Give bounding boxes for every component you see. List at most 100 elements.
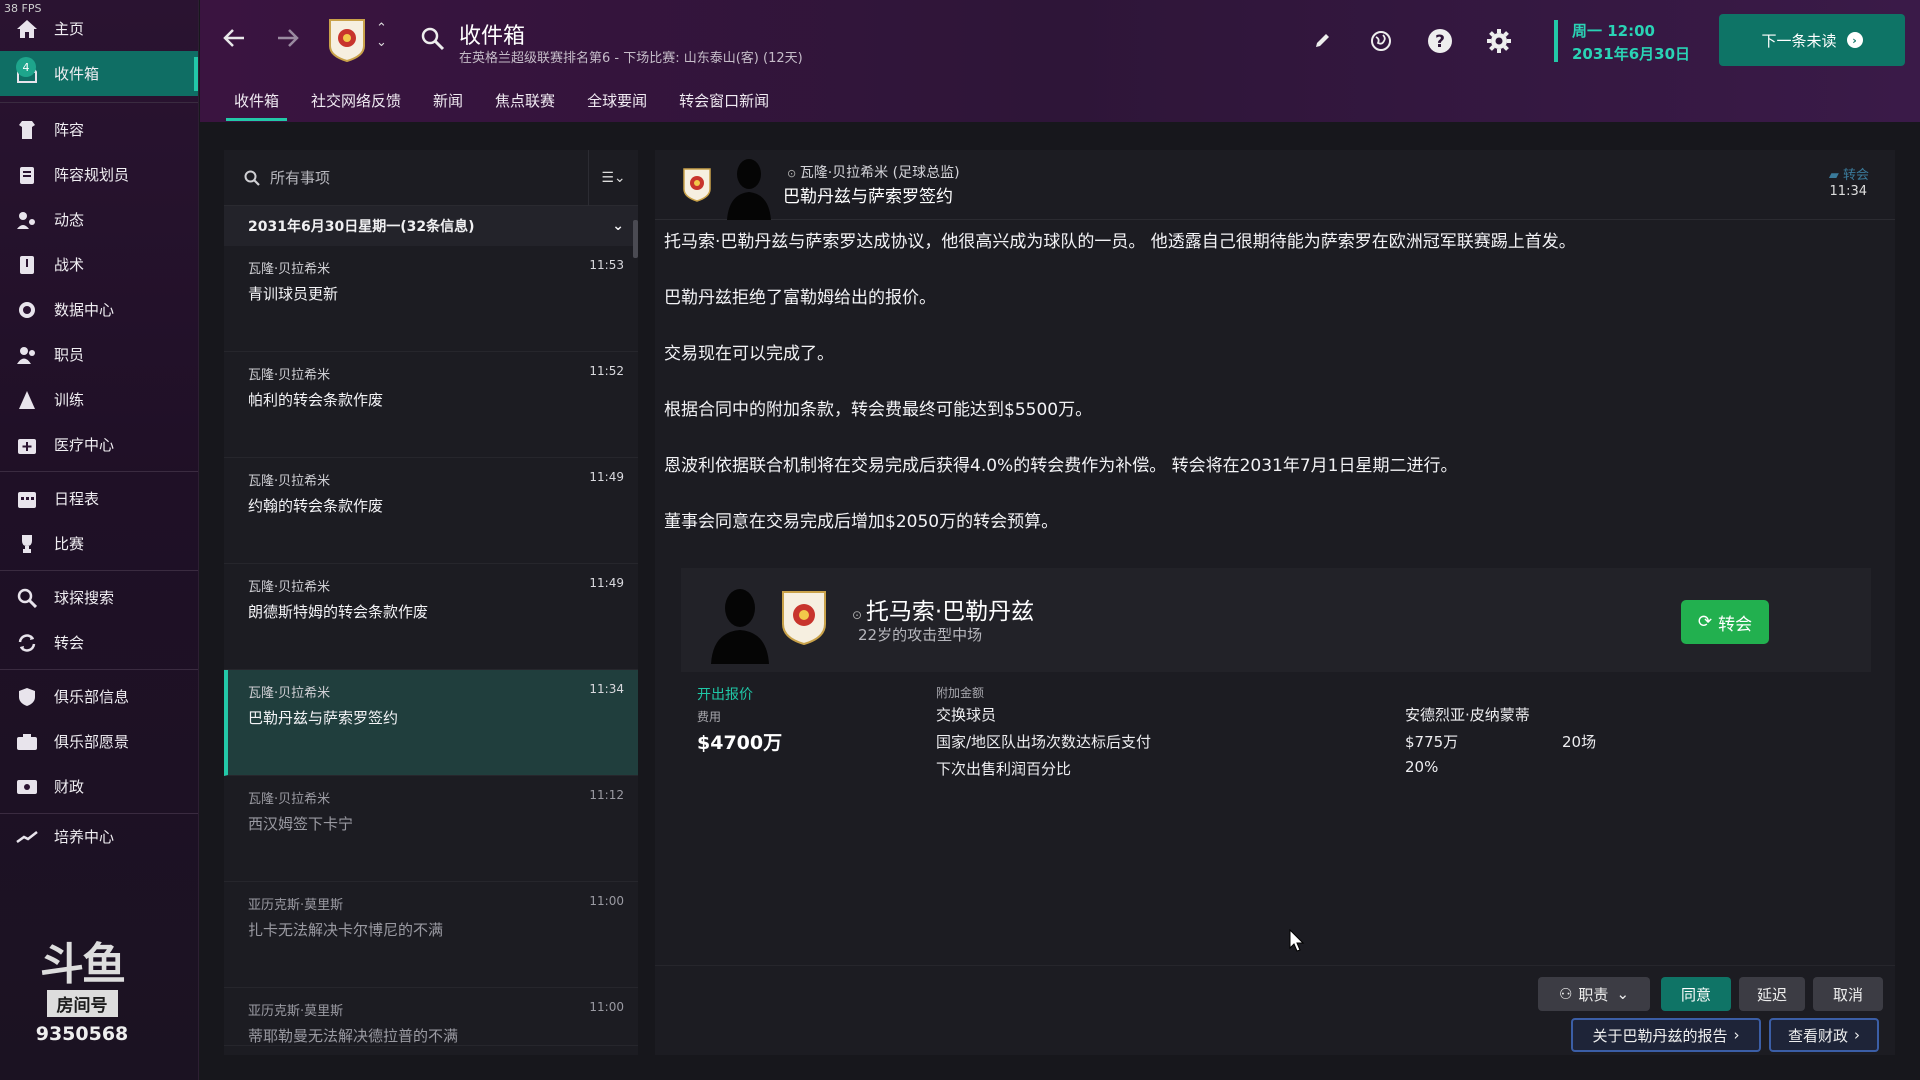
list-item[interactable]: 瓦隆·贝拉希米 青训球员更新 11:53 <box>224 246 638 352</box>
filter-menu-button[interactable]: ☰⌄ <box>588 149 638 206</box>
message-subject: 帕利的转会条款作废 <box>248 391 384 409</box>
pencil-icon[interactable] <box>1307 26 1337 56</box>
transfer-button[interactable]: ⟳ 转会 <box>1681 600 1769 644</box>
player-report-button[interactable]: 关于巴勒丹兹的报告 › <box>1571 1018 1761 1052</box>
tab-inbox[interactable]: 收件箱 <box>218 84 295 121</box>
tab-world-news[interactable]: 全球要闻 <box>571 84 663 121</box>
message-time: 11:00 <box>589 894 624 908</box>
sidebar-item-label: 主页 <box>54 20 85 38</box>
message-sender-line: ⊙ 瓦隆·贝拉希米 (足球总监) <box>787 162 960 182</box>
tactics-icon <box>14 252 40 278</box>
chevron-down-icon: ⌄ <box>1616 985 1630 1003</box>
player-description: 22岁的攻击型中场 <box>858 626 983 644</box>
next-unread-button[interactable]: 下一条未读 › <box>1719 14 1905 66</box>
forward-arrow-icon[interactable] <box>274 24 302 59</box>
message-category-label: 转会 <box>1842 168 1869 183</box>
stream-watermark: 斗鱼 房间号 9350568 <box>22 942 142 1046</box>
message-subject: 扎卡无法解决卡尔博尼的不满 <box>248 921 444 939</box>
sidebar-item-development[interactable]: 培养中心 <box>0 814 198 859</box>
sidebar-item-competitions[interactable]: 比赛 <box>0 521 198 566</box>
view-finances-label: 查看财政 <box>1787 1026 1848 1045</box>
calendar-icon <box>14 486 40 512</box>
list-item[interactable]: 瓦隆·贝拉希米 帕利的转会条款作废 11:52 <box>224 352 638 458</box>
message-sender: 亚历克斯·莫里斯 <box>248 1004 344 1019</box>
sidebar-item-inbox[interactable]: 4 收件箱 <box>0 51 198 96</box>
svg-text:?: ? <box>1435 32 1445 52</box>
search-icon[interactable] <box>420 26 446 56</box>
world-globe-icon[interactable] <box>1366 26 1396 56</box>
player-report-label: 关于巴勒丹兹的报告 <box>1592 1026 1728 1045</box>
inbox-search-input[interactable]: 所有事项 <box>224 167 588 188</box>
delay-button[interactable]: 延迟 <box>1739 977 1805 1011</box>
medical-icon <box>14 432 40 458</box>
player-avatar[interactable] <box>709 584 771 668</box>
data-hub-icon <box>14 297 40 323</box>
agree-button[interactable]: 同意 <box>1661 977 1731 1011</box>
message-time: 11:49 <box>589 470 624 484</box>
sidebar-item-dynamics[interactable]: 动态 <box>0 197 198 242</box>
view-finances-button[interactable]: 查看财政 › <box>1769 1018 1879 1052</box>
sidebar-item-label: 财政 <box>54 778 85 796</box>
sidebar-item-data-hub[interactable]: 数据中心 <box>0 287 198 332</box>
list-item[interactable]: 瓦隆·贝拉希米 朗德斯特姆的转会条款作废 11:49 <box>224 564 638 670</box>
club-switch-icon[interactable]: ⌃ ⌄ <box>376 22 387 50</box>
message-category-tag: ▰ 转会 <box>1829 164 1869 183</box>
sidebar-item-label: 俱乐部信息 <box>54 688 130 706</box>
player-name-line[interactable]: ⊙ 托马索·巴勒丹兹 <box>852 592 1034 626</box>
day-header-label: 2031年6月30日星期一(32条信息) <box>248 219 475 235</box>
sidebar-item-squad[interactable]: 阵容 <box>0 107 198 152</box>
message-subject: 约翰的转会条款作废 <box>248 497 384 515</box>
mouse-cursor-icon <box>1289 928 1305 957</box>
list-item[interactable]: 瓦隆·贝拉希米 西汉姆签下卡宁 11:12 <box>224 776 638 882</box>
list-item-selected[interactable]: 瓦隆·贝拉希米 巴勒丹兹与萨索罗签约 11:34 <box>224 670 638 776</box>
message-sender-name: 瓦隆·贝拉希米 (足球总监) <box>799 165 960 181</box>
sidebar-item-label: 日程表 <box>54 490 100 508</box>
duty-label: 职责 <box>1578 985 1609 1004</box>
finance-icon <box>14 774 40 800</box>
list-item[interactable]: 瓦隆·贝拉希米 约翰的转会条款作废 11:49 <box>224 458 638 564</box>
settings-gear-icon[interactable] <box>1484 26 1514 56</box>
sidebar-item-finances[interactable]: 财政 <box>0 764 198 809</box>
body-paragraph: 董事会同意在交易完成后增加$2050万的转会预算。 <box>664 512 1059 532</box>
help-icon[interactable]: ? <box>1425 26 1455 56</box>
cancel-button[interactable]: 取消 <box>1813 977 1883 1011</box>
offer-row-value: $775万 <box>1405 733 1459 751</box>
sidebar-item-squad-planner[interactable]: 阵容规划员 <box>0 152 198 197</box>
action-bar: ⚇ 职责 ⌄ 同意 延迟 取消 关于巴勒丹兹的报告 › 查看财政 › <box>655 965 1895 1055</box>
offer-heading[interactable]: 开出报价 <box>697 684 753 704</box>
club-crest-icon[interactable] <box>328 18 366 63</box>
sidebar-item-calendar[interactable]: 日程表 <box>0 476 198 521</box>
tab-social-feed[interactable]: 社交网络反馈 <box>295 84 417 121</box>
sidebar-item-transfers[interactable]: 转会 <box>0 620 198 665</box>
sidebar-item-training[interactable]: 训练 <box>0 377 198 422</box>
chevron-right-icon: › <box>1733 1026 1740 1044</box>
message-sender: 瓦隆·贝拉希米 <box>248 368 331 383</box>
list-item[interactable]: 亚历克斯·莫里斯 扎卡无法解决卡尔博尼的不满 11:00 <box>224 882 638 988</box>
extras-label: 附加金额 <box>936 686 985 700</box>
page-subtitle: 在英格兰超级联赛排名第6 - 下场比赛: 山东泰山(客) (12天) <box>459 51 803 66</box>
sidebar-item-medical[interactable]: 医疗中心 <box>0 422 198 467</box>
chevron-right-icon: › <box>1854 1026 1860 1044</box>
squad-icon <box>14 117 40 143</box>
back-arrow-icon[interactable] <box>220 24 248 59</box>
body-paragraph: 根据合同中的附加条款，转会费最终可能达到$5500万。 <box>664 400 1093 420</box>
person-icon: ⊙ <box>787 167 800 180</box>
sidebar-item-staff[interactable]: 职员 <box>0 332 198 377</box>
offer-row-value: 20% <box>1405 758 1439 776</box>
sidebar-item-club-vision[interactable]: 俱乐部愿景 <box>0 719 198 764</box>
game-time: 周一 12:00 <box>1572 22 1655 40</box>
tab-transfer-window-news[interactable]: 转会窗口新闻 <box>663 84 785 121</box>
duty-dropdown-button[interactable]: ⚇ 职责 ⌄ <box>1538 977 1650 1011</box>
day-group-header[interactable]: 2031年6月30日星期一(32条信息) ⌄ <box>224 206 638 246</box>
player-club-crest-icon[interactable] <box>781 590 827 650</box>
tab-focus-league[interactable]: 焦点联赛 <box>479 84 571 121</box>
sidebar-item-label: 医疗中心 <box>54 436 115 454</box>
sidebar-item-scouting[interactable]: 球探搜索 <box>0 575 198 620</box>
message-sender: 瓦隆·贝拉希米 <box>248 262 331 277</box>
list-item[interactable]: 亚历克斯·莫里斯 蒂耶勒曼无法解决德拉普的不满 11:00 <box>224 988 638 1046</box>
sidebar-item-tactics[interactable]: 战术 <box>0 242 198 287</box>
offer-row-value[interactable]: 安德烈亚·皮纳蒙蒂 <box>1405 704 1530 725</box>
sidebar-item-club-info[interactable]: 俱乐部信息 <box>0 674 198 719</box>
tab-news[interactable]: 新闻 <box>417 84 479 121</box>
sidebar-item-label: 阵容规划员 <box>54 166 130 184</box>
